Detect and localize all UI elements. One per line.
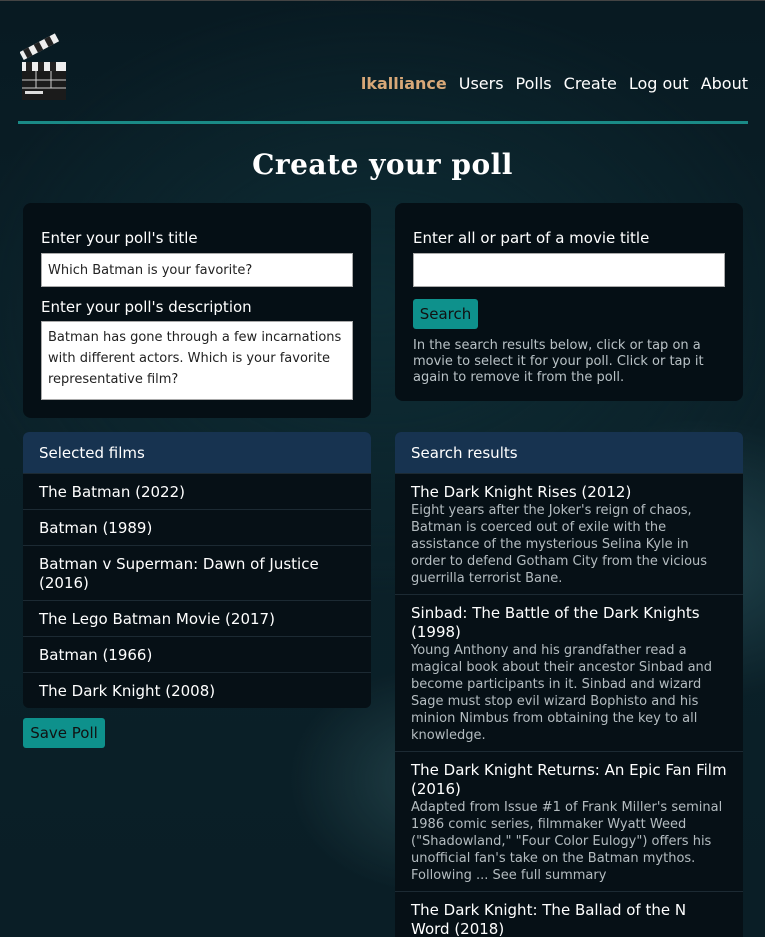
poll-description-textarea[interactable]: Batman has gone through a few incarnatio… bbox=[41, 321, 353, 400]
nav-users-link[interactable]: Users bbox=[459, 74, 504, 93]
search-result-item[interactable]: The Dark Knight: The Ballad of the N Wor… bbox=[395, 891, 743, 937]
selected-films-card: Selected films The Batman (2022) Batman … bbox=[23, 432, 371, 708]
site-header: lkalliance Users Polls Create Log out Ab… bbox=[18, 0, 748, 124]
selected-film-item[interactable]: Batman (1989) bbox=[23, 509, 371, 545]
result-description: Young Anthony and his grandfather read a… bbox=[411, 643, 713, 743]
nav-logout-link[interactable]: Log out bbox=[629, 74, 689, 93]
result-title: The Dark Knight Returns: An Epic Fan Fil… bbox=[411, 761, 727, 798]
nav-about-link[interactable]: About bbox=[701, 74, 748, 93]
movie-search-label: Enter all or part of a movie title bbox=[413, 229, 650, 247]
selected-film-item[interactable]: Batman v Superman: Dawn of Justice (2016… bbox=[23, 545, 371, 600]
result-description: Eight years after the Joker's reign of c… bbox=[411, 503, 708, 586]
nav-polls-link[interactable]: Polls bbox=[516, 74, 552, 93]
poll-description-label: Enter your poll's description bbox=[41, 298, 252, 316]
poll-form-panel: Enter your poll's title Which Batman is … bbox=[23, 203, 371, 418]
movie-search-panel: Enter all or part of a movie title Searc… bbox=[395, 203, 743, 401]
selected-film-item[interactable]: The Dark Knight (2008) bbox=[23, 672, 371, 708]
search-results-header: Search results bbox=[395, 432, 743, 473]
result-title: Sinbad: The Battle of the Dark Knights (… bbox=[411, 604, 700, 641]
search-help-text: In the search results below, click or ta… bbox=[413, 338, 704, 385]
search-result-item[interactable]: The Dark Knight Returns: An Epic Fan Fil… bbox=[395, 751, 743, 891]
nav-create-link[interactable]: Create bbox=[564, 74, 617, 93]
movie-search-input[interactable] bbox=[413, 253, 725, 287]
header-divider bbox=[18, 121, 748, 124]
selected-films-header: Selected films bbox=[23, 432, 371, 473]
poll-title-input[interactable]: Which Batman is your favorite? bbox=[41, 253, 353, 287]
result-title: The Dark Knight: The Ballad of the N Wor… bbox=[411, 901, 687, 937]
result-description: Adapted from Issue #1 of Frank Miller's … bbox=[411, 800, 723, 883]
selected-film-item[interactable]: The Lego Batman Movie (2017) bbox=[23, 600, 371, 636]
search-button[interactable]: Search bbox=[413, 299, 478, 329]
nav-user-link[interactable]: lkalliance bbox=[361, 74, 447, 93]
main-nav: lkalliance Users Polls Create Log out Ab… bbox=[361, 74, 748, 93]
poll-title-label: Enter your poll's title bbox=[41, 229, 198, 247]
result-title: The Dark Knight Rises (2012) bbox=[411, 483, 632, 501]
save-poll-button[interactable]: Save Poll bbox=[23, 718, 105, 748]
selected-film-item[interactable]: Batman (1966) bbox=[23, 636, 371, 672]
search-result-item[interactable]: Sinbad: The Battle of the Dark Knights (… bbox=[395, 594, 743, 751]
clapperboard-logo-icon[interactable] bbox=[19, 30, 68, 102]
search-result-item[interactable]: The Dark Knight Rises (2012) Eight years… bbox=[395, 473, 743, 594]
page-title: Create your poll bbox=[252, 148, 513, 181]
search-results-card: Search results The Dark Knight Rises (20… bbox=[395, 432, 743, 937]
selected-film-item[interactable]: The Batman (2022) bbox=[23, 473, 371, 509]
